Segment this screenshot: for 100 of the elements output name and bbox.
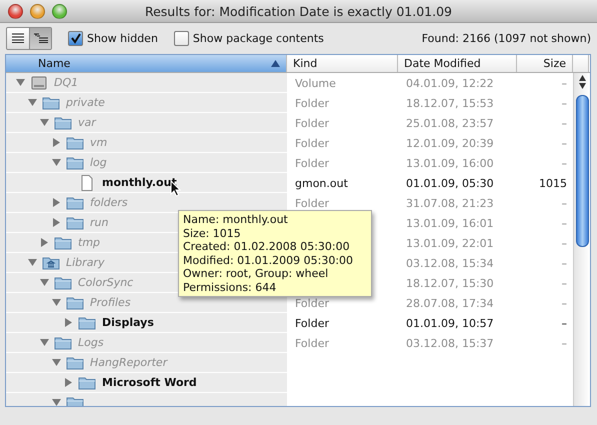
size-cell: – — [562, 256, 567, 270]
outline-view-button[interactable] — [29, 28, 51, 48]
list-icon — [12, 33, 24, 43]
sort-arrow-icon — [271, 60, 280, 67]
disclosure-triangle[interactable] — [50, 156, 62, 168]
column-header[interactable]: Kind — [287, 55, 398, 72]
disclosure-triangle[interactable] — [50, 216, 62, 228]
disclosure-triangle[interactable] — [62, 316, 74, 328]
tooltip-line: Modified: 01.01.2009 05:30:00 — [183, 254, 354, 267]
list-view-button[interactable] — [7, 28, 29, 48]
file-name: log — [90, 156, 107, 169]
date-cell: 13.01.09, 16:01 — [406, 216, 494, 230]
disclosure-triangle[interactable] — [38, 116, 50, 128]
folder-icon — [54, 336, 72, 350]
disclosure-triangle[interactable] — [26, 256, 38, 268]
size-cell: – — [562, 236, 567, 250]
disclosure-triangle[interactable] — [38, 336, 50, 348]
date-cell: 01.01.09, 10:57 — [406, 316, 494, 330]
size-cell: – — [562, 296, 567, 310]
scroll-thumb[interactable] — [576, 95, 588, 247]
folder-icon — [66, 296, 84, 310]
checkbox-label: Show package contents — [192, 32, 324, 44]
file-name: Profiles — [90, 296, 131, 309]
size-cell: – — [562, 316, 567, 330]
folder-icon — [42, 96, 60, 110]
folder-icon — [66, 216, 84, 230]
tooltip-line: Owner: root, Group: wheel — [183, 267, 330, 280]
date-cell: 01.01.09, 05:30 — [406, 176, 494, 190]
file-name: ColorSync — [78, 276, 134, 289]
date-cell: 18.12.07, 15:30 — [406, 276, 494, 290]
tooltip-line: Size: 1015 — [183, 226, 242, 240]
tooltip-line: Permissions: 644 — [183, 280, 278, 294]
checkbox[interactable] — [68, 30, 83, 46]
disclosure-triangle[interactable] — [62, 376, 74, 388]
disclosure-triangle[interactable] — [14, 76, 26, 88]
checkbox-label: Show hidden — [87, 32, 158, 44]
folder-icon — [78, 376, 96, 390]
file-name: Logs — [78, 336, 104, 349]
minimize-button[interactable] — [30, 4, 45, 18]
kind-cell: Folder — [295, 196, 329, 210]
folder-icon — [66, 156, 84, 170]
date-cell: 03.12.08, 15:34 — [406, 256, 494, 270]
file-name: DQ1 — [54, 76, 78, 89]
file-name: Library — [66, 256, 104, 269]
scroll-up-icon[interactable] — [578, 75, 586, 81]
disclosure-triangle[interactable] — [26, 96, 38, 108]
disclosure-triangle[interactable] — [50, 136, 62, 148]
size-cell: – — [562, 76, 567, 90]
column-header[interactable]: Size — [517, 55, 573, 72]
kind-cell: Folder — [295, 96, 329, 110]
date-cell: 13.01.09, 16:00 — [406, 156, 494, 170]
date-cell: 03.12.08, 15:37 — [406, 336, 494, 350]
kind-cell: Folder — [295, 116, 329, 130]
kind-cell: Folder — [295, 336, 329, 350]
kind-cell: Volume — [295, 76, 336, 90]
column-header[interactable]: Date Modified — [398, 55, 517, 72]
file-name: vm — [90, 136, 108, 149]
folder-icon — [78, 316, 96, 330]
size-cell: – — [562, 116, 567, 130]
found-count: Found: 2166 (1097 not shown) — [422, 32, 591, 44]
file-name: folders — [90, 196, 128, 209]
disclosure-triangle[interactable] — [50, 296, 62, 308]
disclosure-triangle[interactable] — [50, 196, 62, 208]
size-cell: – — [562, 336, 567, 350]
outline-icon — [34, 33, 48, 43]
folder-icon — [66, 196, 84, 210]
disclosure-triangle[interactable] — [50, 356, 62, 368]
file-name: Microsoft Word — [102, 376, 197, 389]
column-header[interactable]: Name — [6, 55, 287, 72]
scroll-down-icon[interactable] — [578, 83, 586, 89]
date-cell: 13.01.09, 22:01 — [406, 236, 494, 250]
date-cell: 18.12.07, 15:53 — [406, 96, 494, 110]
file-name: monthly.out — [102, 176, 177, 189]
folder-icon — [66, 356, 84, 370]
checkbox[interactable] — [174, 30, 189, 46]
kind-cell: gmon.out — [295, 176, 348, 190]
file-name: HangReporter — [90, 356, 168, 369]
folder-icon — [54, 116, 72, 130]
zoom-button[interactable] — [52, 4, 67, 18]
file-name: tmp — [78, 236, 100, 249]
file-name: Displays — [102, 316, 154, 329]
date-cell: 12.01.09, 20:39 — [406, 136, 494, 150]
file-name: var — [78, 116, 96, 129]
date-cell: 25.01.08, 23:57 — [406, 116, 494, 130]
size-cell: – — [562, 216, 567, 230]
kind-cell: Folder — [295, 136, 329, 150]
file-name: private — [66, 96, 105, 109]
folder-icon — [54, 236, 72, 250]
file-name: run — [90, 216, 108, 229]
disclosure-triangle[interactable] — [38, 236, 50, 248]
disclosure-triangle[interactable] — [38, 276, 50, 288]
folder-icon — [66, 396, 84, 406]
date-cell: 28.07.08, 17:34 — [406, 296, 494, 310]
disclosure-triangle[interactable] — [50, 396, 62, 406]
folder-icon — [54, 276, 72, 290]
size-cell: – — [562, 136, 567, 150]
scrollbar[interactable] — [573, 73, 590, 406]
close-button[interactable] — [8, 4, 23, 18]
size-cell: – — [562, 276, 567, 290]
tooltip-line: Created: 01.02.2008 05:30:00 — [183, 240, 351, 254]
